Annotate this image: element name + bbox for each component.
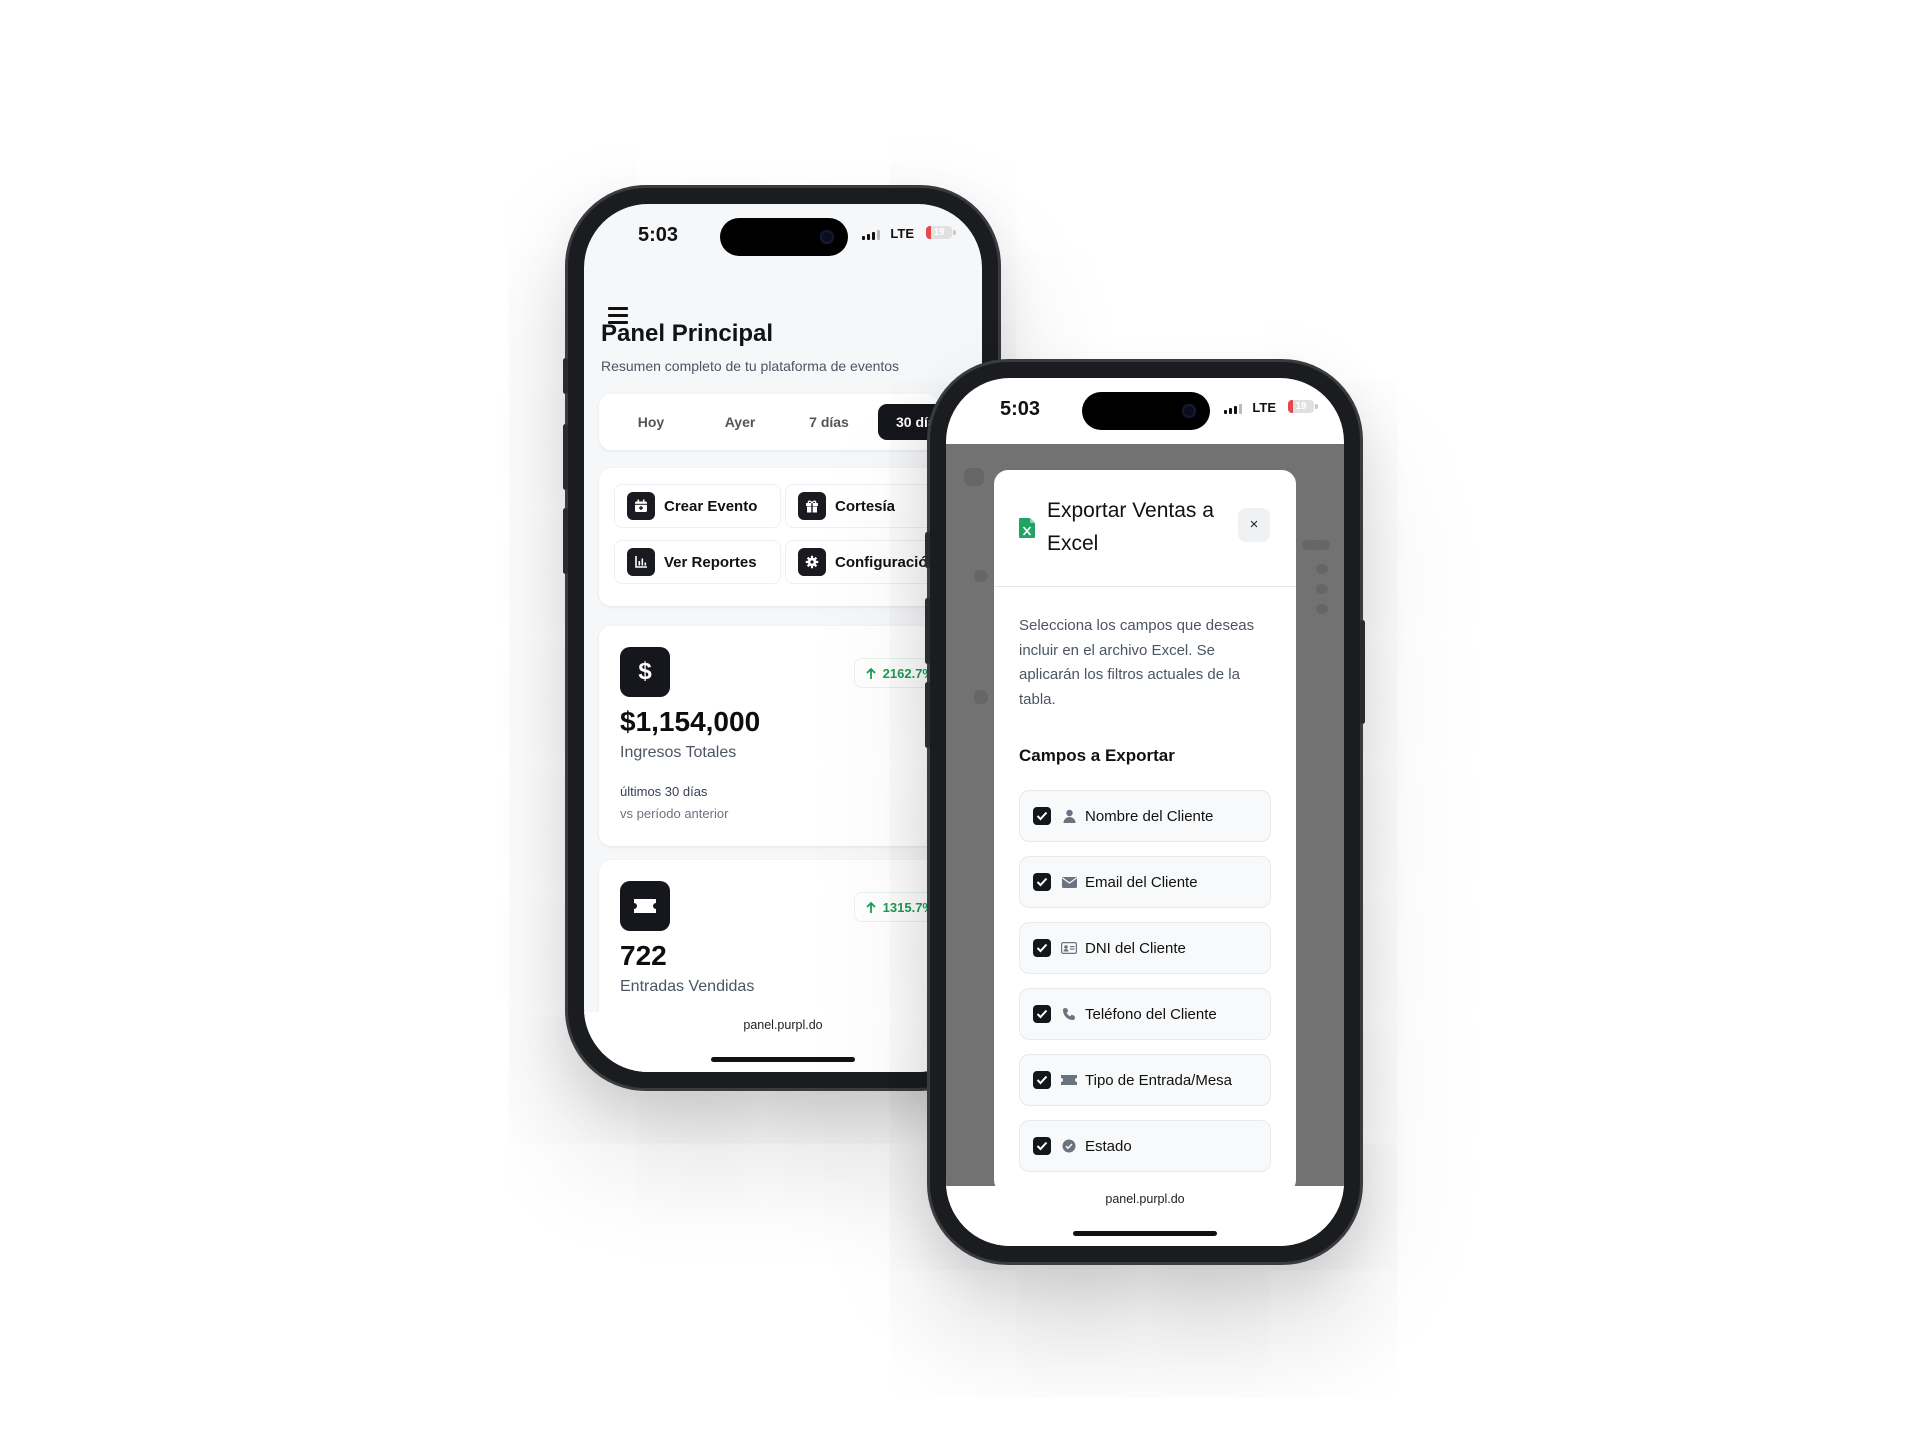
create-event-button[interactable]: Crear Evento — [614, 484, 781, 528]
signal-icon — [1224, 404, 1242, 414]
quick-actions-card: Crear Evento Cortesía Ver Reportes Confi… — [599, 468, 955, 606]
checkbox-checked[interactable] — [1033, 1005, 1051, 1023]
user-icon — [1061, 808, 1077, 824]
dynamic-island — [720, 218, 848, 256]
checkbox-checked[interactable] — [1033, 1137, 1051, 1155]
field-label: Nombre del Cliente — [1085, 807, 1214, 825]
network-label: LTE — [1252, 400, 1276, 415]
checkbox-checked[interactable] — [1033, 807, 1051, 825]
signal-icon — [862, 230, 880, 240]
checkbox-checked[interactable] — [1033, 939, 1051, 957]
fields-section-title: Campos a Exportar — [1019, 746, 1175, 765]
revenue-compare: vs período anterior — [620, 806, 729, 821]
ticket-icon — [620, 881, 670, 931]
export-screen: 5:03 LTE 19 Exportar Ventas a Excel × Se… — [946, 378, 1344, 1246]
network-label: LTE — [890, 226, 914, 241]
arrow-up-icon — [866, 901, 876, 913]
status-bar: 5:03 LTE 19 — [584, 204, 982, 270]
url-text: panel.purpl.do — [743, 1018, 823, 1032]
revenue-stat-card: $ 2162.7% $1,154,000 Ingresos Totales úl… — [599, 626, 949, 846]
battery-level: 19 — [933, 227, 945, 238]
dynamic-island — [1082, 392, 1210, 430]
battery-icon: 19 — [926, 226, 952, 239]
field-tipo-entrada[interactable]: Tipo de Entrada/Mesa — [1019, 1054, 1271, 1106]
date-range-tabs: Hoy Ayer 7 días 30 días — [599, 394, 968, 450]
browser-url-bar[interactable]: panel.purpl.do — [946, 1186, 1344, 1246]
page-title: Panel Principal — [601, 320, 774, 347]
modal-title: Exportar Ventas a Excel — [1047, 499, 1214, 555]
settings-label: Configuración — [835, 553, 937, 571]
field-estado[interactable]: Estado — [1019, 1120, 1271, 1172]
status-time: 5:03 — [1000, 398, 1041, 420]
field-label: Tipo de Entrada/Mesa — [1085, 1071, 1233, 1089]
revenue-value: $1,154,000 — [620, 706, 761, 737]
tab-7-dias[interactable]: 7 días — [790, 404, 868, 440]
field-telefono-cliente[interactable]: Teléfono del Cliente — [1019, 988, 1271, 1040]
field-label: Teléfono del Cliente — [1085, 1005, 1217, 1023]
field-email-cliente[interactable]: Email del Cliente — [1019, 856, 1271, 908]
tickets-label: Entradas Vendidas — [620, 978, 755, 995]
tab-hoy[interactable]: Hoy — [612, 404, 690, 440]
url-text: panel.purpl.do — [1105, 1192, 1185, 1206]
arrow-up-icon — [866, 667, 876, 679]
check-circle-icon — [1061, 1138, 1077, 1154]
gift-icon — [798, 492, 826, 520]
status-time: 5:03 — [638, 224, 679, 246]
modal-description: Selecciona los campos que deseas incluir… — [1019, 617, 1255, 708]
dollar-icon: $ — [620, 647, 670, 697]
calendar-plus-icon — [627, 492, 655, 520]
gear-icon — [798, 548, 826, 576]
battery-level: 19 — [1295, 401, 1307, 412]
home-indicator[interactable] — [711, 1057, 855, 1062]
revenue-label: Ingresos Totales — [620, 744, 737, 761]
envelope-icon — [1061, 874, 1077, 890]
view-reports-label: Ver Reportes — [664, 553, 757, 571]
field-dni-cliente[interactable]: DNI del Cliente — [1019, 922, 1271, 974]
battery-icon: 19 — [1288, 400, 1314, 413]
checkbox-checked[interactable] — [1033, 1071, 1051, 1089]
dashboard-screen: 5:03 LTE 19 Panel Principal Resumen comp… — [584, 204, 982, 1072]
revenue-trend-value: 2162.7% — [882, 665, 934, 681]
phone-icon — [1061, 1006, 1077, 1022]
page-subtitle: Resumen completo de tu plataforma de eve… — [601, 358, 900, 374]
field-label: DNI del Cliente — [1085, 939, 1186, 957]
checkbox-checked[interactable] — [1033, 873, 1051, 891]
id-card-icon — [1061, 940, 1077, 956]
status-bar: 5:03 LTE 19 — [946, 378, 1344, 444]
tickets-trend-value: 1315.7% — [882, 899, 934, 915]
browser-url-bar[interactable]: panel.purpl.do — [584, 1012, 982, 1072]
modal-header: Exportar Ventas a Excel × — [994, 470, 1296, 587]
field-label: Email del Cliente — [1085, 873, 1198, 891]
view-reports-button[interactable]: Ver Reportes — [614, 540, 781, 584]
create-event-label: Crear Evento — [664, 497, 758, 515]
export-modal: Exportar Ventas a Excel × Selecciona los… — [994, 470, 1296, 1194]
excel-file-icon — [1019, 518, 1035, 538]
ticket-icon — [1061, 1072, 1077, 1088]
tickets-value: 722 — [620, 940, 667, 971]
tab-ayer[interactable]: Ayer — [701, 404, 779, 440]
field-label: Estado — [1085, 1137, 1132, 1155]
cortesia-label: Cortesía — [835, 497, 896, 515]
field-nombre-cliente[interactable]: Nombre del Cliente — [1019, 790, 1271, 842]
chart-icon — [627, 548, 655, 576]
close-button[interactable]: × — [1238, 508, 1270, 542]
home-indicator[interactable] — [1073, 1231, 1217, 1236]
phone-export-modal: 5:03 LTE 19 Exportar Ventas a Excel × Se… — [925, 362, 1365, 1262]
revenue-period: últimos 30 días — [620, 784, 708, 799]
